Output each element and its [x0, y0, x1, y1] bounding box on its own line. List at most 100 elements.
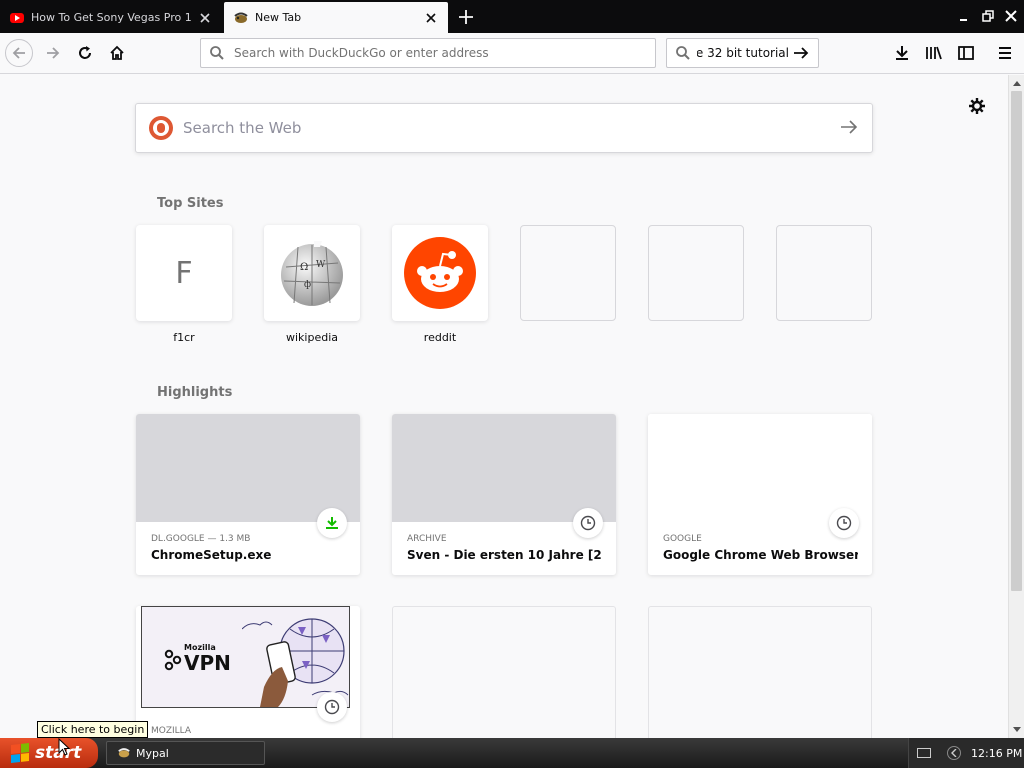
- card-source: GOOGLE: [663, 534, 702, 544]
- close-tab-icon[interactable]: [422, 9, 440, 27]
- highlight-card-mozilla-vpn[interactable]: Mozilla VPN MOZILLA: [136, 606, 360, 738]
- highlight-card-chromesetup[interactable]: DL.GOOGLE — 1.3 MB ChromeSetup.exe: [136, 414, 360, 575]
- search-bar[interactable]: ie 32 bit tutorial: [666, 38, 819, 68]
- top-site-letter: F: [175, 255, 193, 291]
- new-tab-page: Top Sites F f1cr Ω W ф wikipedia redd: [0, 75, 1008, 738]
- sidebar-button[interactable]: [952, 39, 980, 67]
- back-button[interactable]: [5, 39, 33, 67]
- sidebar-icon: [958, 46, 974, 60]
- menu-button[interactable]: [991, 39, 1019, 67]
- clock[interactable]: 12:16 PM: [971, 747, 1022, 760]
- address-input[interactable]: [234, 46, 634, 60]
- taskbar-item-label: Mypal: [136, 746, 169, 760]
- mypal-icon: [233, 10, 249, 26]
- home-icon: [110, 45, 124, 60]
- search-bar-text[interactable]: ie 32 bit tutorial: [697, 46, 789, 60]
- windows-logo-icon: [11, 743, 29, 763]
- scroll-up-arrow-icon[interactable]: [1012, 78, 1022, 88]
- card-source: DL.GOOGLE — 1.3 MB: [151, 534, 251, 544]
- url-bar[interactable]: [200, 38, 656, 68]
- start-button[interactable]: start: [0, 738, 98, 768]
- svg-text:Ω: Ω: [300, 262, 308, 273]
- highlights-heading: Highlights: [157, 385, 233, 400]
- plus-icon: [459, 10, 473, 24]
- card-title: Google Chrome Web Browser: [663, 548, 858, 562]
- back-arrow-icon: [12, 47, 25, 59]
- search-icon: [209, 45, 227, 61]
- arrow-right-icon: [794, 47, 809, 59]
- reload-button[interactable]: [71, 39, 99, 67]
- page-scrollbar[interactable]: [1008, 75, 1024, 738]
- scrollbar-thumb[interactable]: [1011, 91, 1022, 591]
- top-sites-heading: Top Sites: [157, 196, 224, 211]
- reddit-logo-icon: [404, 237, 476, 309]
- search-icon: [675, 45, 693, 61]
- card-source: MOZILLA: [151, 726, 192, 736]
- downloads-button[interactable]: [888, 39, 916, 67]
- card-thumbnail: [136, 414, 360, 522]
- top-site-label: reddit: [423, 331, 457, 344]
- web-search-box[interactable]: [135, 103, 873, 153]
- card-title: Sven - Die ersten 10 Jahre [200...: [407, 548, 602, 562]
- tray-expand-chevron-icon[interactable]: [947, 746, 961, 760]
- library-button[interactable]: [920, 39, 948, 67]
- mypal-icon: [118, 748, 130, 758]
- clock-icon: [829, 508, 859, 538]
- tab-strip: How To Get Sony Vegas Pro 11 Fo New Tab: [0, 0, 1024, 33]
- download-icon: [317, 508, 347, 538]
- top-site-empty-slot[interactable]: [520, 225, 616, 321]
- highlight-card-google-chrome[interactable]: GOOGLE Google Chrome Web Browser: [648, 414, 872, 575]
- highlight-empty-slot: [392, 606, 616, 738]
- system-tray: 12:16 PM: [908, 738, 1024, 768]
- mouse-cursor-icon: [58, 738, 70, 756]
- arrow-right-icon: [841, 120, 858, 134]
- duckduckgo-logo-icon: [149, 116, 173, 140]
- highlight-card-archive[interactable]: ARCHIVE Sven - Die ersten 10 Jahre [200.…: [392, 414, 616, 575]
- card-thumbnail: [648, 414, 872, 522]
- restore-button[interactable]: [978, 6, 998, 26]
- settings-gear-icon[interactable]: [966, 95, 988, 117]
- top-site-reddit[interactable]: [392, 225, 488, 321]
- clock-icon: [573, 508, 603, 538]
- library-icon: [926, 46, 942, 60]
- forward-arrow-icon: [47, 47, 60, 59]
- card-thumbnail: [392, 414, 616, 522]
- top-site-empty-slot[interactable]: [648, 225, 744, 321]
- close-window-button[interactable]: [1001, 6, 1021, 26]
- top-site-f1cr[interactable]: F: [136, 225, 232, 321]
- highlight-empty-slot: [648, 606, 872, 738]
- start-tooltip: Click here to begin: [37, 721, 149, 738]
- svg-text:ф: ф: [304, 280, 311, 290]
- top-site-label: wikipedia: [285, 331, 338, 344]
- tab-title: How To Get Sony Vegas Pro 11 Fo: [31, 11, 192, 24]
- top-site-label: f1cr: [173, 331, 195, 344]
- web-search-input[interactable]: [183, 119, 823, 137]
- web-search-go-button[interactable]: [840, 119, 858, 139]
- search-go-button[interactable]: [793, 46, 809, 60]
- svg-text:W: W: [316, 260, 326, 270]
- scroll-down-arrow-icon[interactable]: [1012, 725, 1022, 735]
- download-icon: [896, 46, 908, 60]
- home-button[interactable]: [103, 39, 131, 67]
- tab-new-tab[interactable]: New Tab: [224, 2, 448, 33]
- top-site-wikipedia[interactable]: Ω W ф: [264, 225, 360, 321]
- wikipedia-logo-icon: Ω W ф: [281, 241, 343, 306]
- hamburger-menu-icon: [999, 47, 1011, 59]
- tab-title: New Tab: [255, 11, 302, 24]
- new-tab-button[interactable]: [454, 5, 478, 29]
- youtube-icon: [9, 10, 25, 26]
- reload-icon: [79, 46, 91, 59]
- vpn-logo-icon: [164, 649, 182, 671]
- navigation-toolbar: ie 32 bit tutorial: [0, 33, 1024, 74]
- card-source: ARCHIVE: [407, 534, 447, 544]
- taskbar-item-mypal[interactable]: Mypal: [106, 741, 265, 765]
- tab-youtube-video[interactable]: How To Get Sony Vegas Pro 11 Fo: [0, 2, 222, 33]
- keyboard-icon[interactable]: [917, 748, 931, 758]
- top-site-empty-slot[interactable]: [776, 225, 872, 321]
- card-title: ChromeSetup.exe: [151, 548, 272, 562]
- forward-button[interactable]: [39, 39, 67, 67]
- card-thumbnail: Mozilla VPN: [141, 606, 350, 708]
- taskbar: start Mypal 12:16 PM: [0, 738, 1024, 768]
- close-tab-icon[interactable]: [196, 9, 214, 27]
- minimize-button[interactable]: [954, 6, 974, 26]
